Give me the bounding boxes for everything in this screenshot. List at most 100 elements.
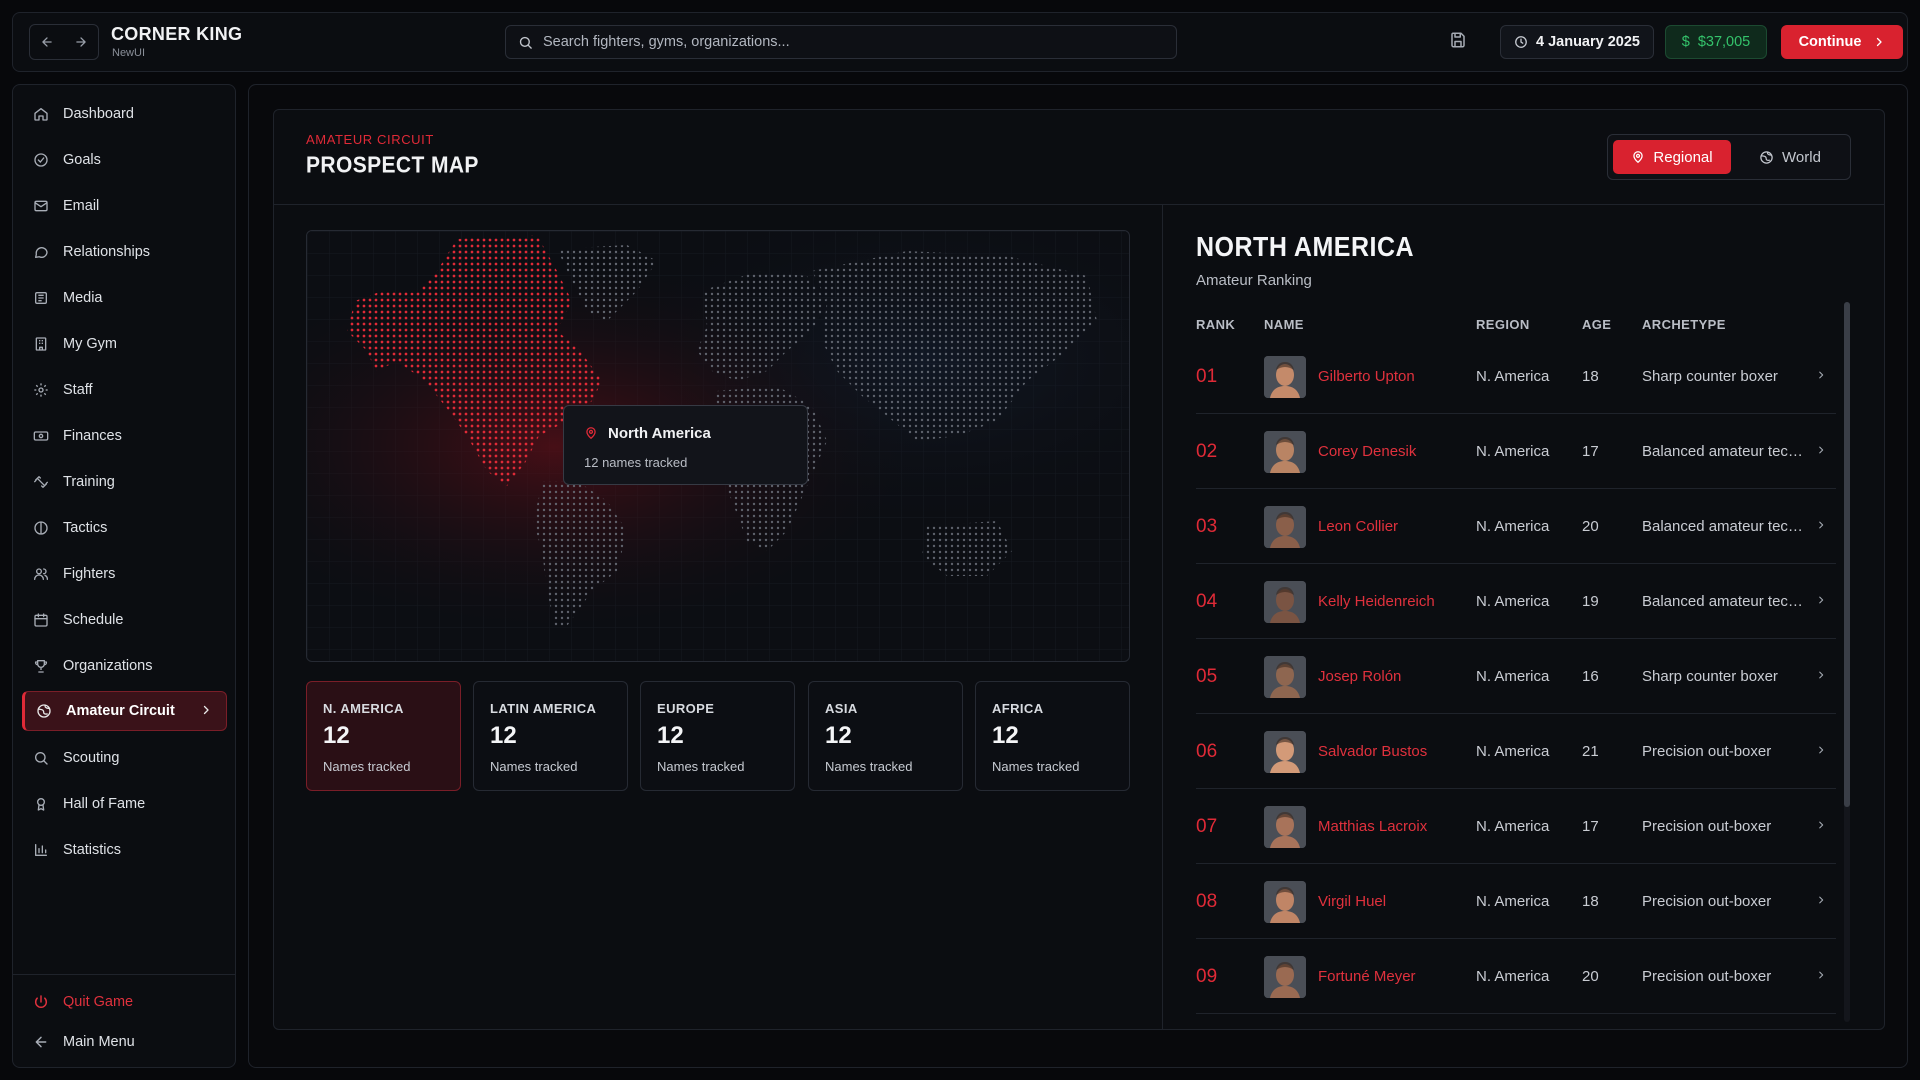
region-label: LATIN AMERICA	[490, 701, 597, 716]
scrollbar-thumb[interactable]	[1844, 302, 1850, 807]
sidebar-item-my-gym[interactable]: My Gym	[22, 324, 227, 364]
newspaper-icon	[33, 290, 49, 306]
sidebar-item-finances[interactable]: Finances	[22, 416, 227, 456]
sidebar-item-label: Training	[63, 474, 115, 490]
sidebar-item-label: Finances	[63, 428, 122, 444]
ranking-subtitle: Amateur Ranking	[1196, 272, 1312, 289]
sidebar-item-scouting[interactable]: Scouting	[22, 738, 227, 778]
sidebar-item-schedule[interactable]: Schedule	[22, 600, 227, 640]
table-row[interactable]: 09 Fortuné Meyer N. America 20 Precision out…	[1196, 939, 1836, 1014]
date-display[interactable]: 4 January 2025	[1500, 25, 1654, 59]
fighter-name[interactable]: Fortuné Meyer	[1318, 968, 1416, 985]
table-row[interactable]: 01 Gilberto Upton N. America 18 Sharp counte…	[1196, 339, 1836, 414]
table-row[interactable]: 03 Leon Collier N. America 20 Balanced amate…	[1196, 489, 1836, 564]
save-button[interactable]	[1449, 31, 1473, 55]
search-input[interactable]	[543, 34, 1143, 50]
panel-divider	[1162, 205, 1163, 1029]
fighter-region: N. America	[1476, 593, 1550, 610]
ranking-title: NORTH AMERICA	[1196, 232, 1415, 263]
world-map[interactable]: North America 12 names tracked	[306, 230, 1130, 662]
fighter-name[interactable]: Matthias Lacroix	[1318, 818, 1427, 835]
table-row[interactable]: 07 Matthias Lacroix N. America 17 Precision …	[1196, 789, 1836, 864]
region-count: 12	[323, 722, 350, 749]
fighter-name[interactable]: Salvador Bustos	[1318, 743, 1427, 760]
sidebar-item-dashboard[interactable]: Dashboard	[22, 94, 227, 134]
sidebar-item-staff[interactable]: Staff	[22, 370, 227, 410]
sidebar-item-fighters[interactable]: Fighters	[22, 554, 227, 594]
sidebar-item-label: Hall of Fame	[63, 796, 146, 812]
back-button[interactable]	[30, 25, 64, 59]
avatar	[1264, 431, 1306, 473]
avatar	[1264, 656, 1306, 698]
sidebar-item-hall-of-fame[interactable]: Hall of Fame	[22, 784, 227, 824]
world-toggle-button[interactable]: World	[1736, 140, 1844, 174]
column-header-age[interactable]: AGE	[1582, 317, 1611, 332]
sidebar-item-relationships[interactable]: Relationships	[22, 232, 227, 272]
fighter-region: N. America	[1476, 968, 1550, 985]
column-header-archetype[interactable]: ARCHETYPE	[1642, 317, 1726, 332]
regional-label: Regional	[1653, 148, 1713, 166]
sidebar-item-label: Goals	[63, 152, 101, 168]
table-row[interactable]: 04 Kelly Heidenreich N. America 19 Balanced …	[1196, 564, 1836, 639]
sidebar-item-label: Scouting	[63, 750, 120, 766]
fighter-name[interactable]: Corey Denesik	[1318, 443, 1416, 460]
column-header-rank[interactable]: RANK	[1196, 317, 1235, 332]
app-title: CORNER KING	[111, 24, 243, 44]
search-bar[interactable]	[505, 25, 1177, 59]
balance-display[interactable]: $ $37,005	[1665, 25, 1767, 59]
building-icon	[33, 336, 49, 352]
region-count: 12	[490, 722, 517, 749]
sidebar-item-amateur-circuit[interactable]: Amateur Circuit	[22, 691, 227, 731]
sidebar-item-tactics[interactable]: Tactics	[22, 508, 227, 548]
column-header-name[interactable]: NAME	[1264, 317, 1304, 332]
fighter-age: 20	[1582, 518, 1599, 535]
region-card-africa[interactable]: AFRICA 12 Names tracked	[975, 681, 1130, 791]
row-rank: 05	[1196, 666, 1218, 687]
region-card-asia[interactable]: ASIA 12 Names tracked	[808, 681, 963, 791]
table-row[interactable]: 02 Corey Denesik N. America 17 Balanced amat…	[1196, 414, 1836, 489]
sidebar-item-training[interactable]: Training	[22, 462, 227, 502]
avatar	[1264, 806, 1306, 848]
ranking-scrollbar[interactable]	[1844, 302, 1850, 1022]
forward-button[interactable]	[64, 25, 98, 59]
users-icon	[33, 566, 49, 582]
sidebar-item-email[interactable]: Email	[22, 186, 227, 226]
fighter-name[interactable]: Josep Rolón	[1318, 668, 1401, 685]
chevron-right-icon	[1819, 371, 1824, 379]
table-row[interactable]: 06 Salvador Bustos N. America 21 Precision o…	[1196, 714, 1836, 789]
home-icon	[33, 106, 49, 122]
column-header-region[interactable]: REGION	[1476, 317, 1530, 332]
sidebar-item-media[interactable]: Media	[22, 278, 227, 318]
dumbbell-icon	[33, 474, 49, 490]
tooltip-subtitle: 12 names tracked	[584, 455, 688, 470]
balance-value: $37,005	[1697, 34, 1751, 50]
clock-icon	[1515, 36, 1527, 48]
table-row[interactable]: 08 Virgil Huel N. America 18 Precision out-b…	[1196, 864, 1836, 939]
fighter-region: N. America	[1476, 368, 1550, 385]
region-card-north-america[interactable]: N. AMERICA 12 Names tracked	[306, 681, 461, 791]
table-row[interactable]: 05 Josep Rolón N. America 16 Sharp counter b…	[1196, 639, 1836, 714]
fighter-name[interactable]: Virgil Huel	[1318, 893, 1386, 910]
world-label: World	[1782, 148, 1821, 166]
sidebar-item-label: Staff	[63, 382, 93, 398]
sidebar-item-label: My Gym	[63, 336, 117, 352]
fighter-name[interactable]: Gilberto Upton	[1318, 368, 1415, 385]
row-rank: 08	[1196, 891, 1218, 912]
region-card-europe[interactable]: EUROPE 12 Names tracked	[640, 681, 795, 791]
quit-game-button[interactable]: Quit Game	[22, 982, 227, 1022]
top-bar: CORNER KING NewUI 4 January 2025 $ $37,0…	[12, 12, 1908, 72]
sidebar-item-goals[interactable]: Goals	[22, 140, 227, 180]
main-menu-button[interactable]: Main Menu	[22, 1022, 227, 1062]
sidebar-item-organizations[interactable]: Organizations	[22, 646, 227, 686]
sidebar-item-statistics[interactable]: Statistics	[22, 830, 227, 870]
fighter-name[interactable]: Kelly Heidenreich	[1318, 593, 1435, 610]
fighter-region: N. America	[1476, 818, 1550, 835]
regional-toggle-button[interactable]: Regional	[1613, 140, 1731, 174]
arrow-left-icon	[42, 37, 52, 47]
continue-label: Continue	[1798, 34, 1862, 50]
continue-button[interactable]: Continue	[1781, 25, 1903, 59]
chevron-right-icon	[1819, 746, 1824, 754]
chevron-right-icon	[1819, 446, 1824, 454]
fighter-name[interactable]: Leon Collier	[1318, 518, 1398, 535]
region-card-latin-america[interactable]: LATIN AMERICA 12 Names tracked	[473, 681, 628, 791]
